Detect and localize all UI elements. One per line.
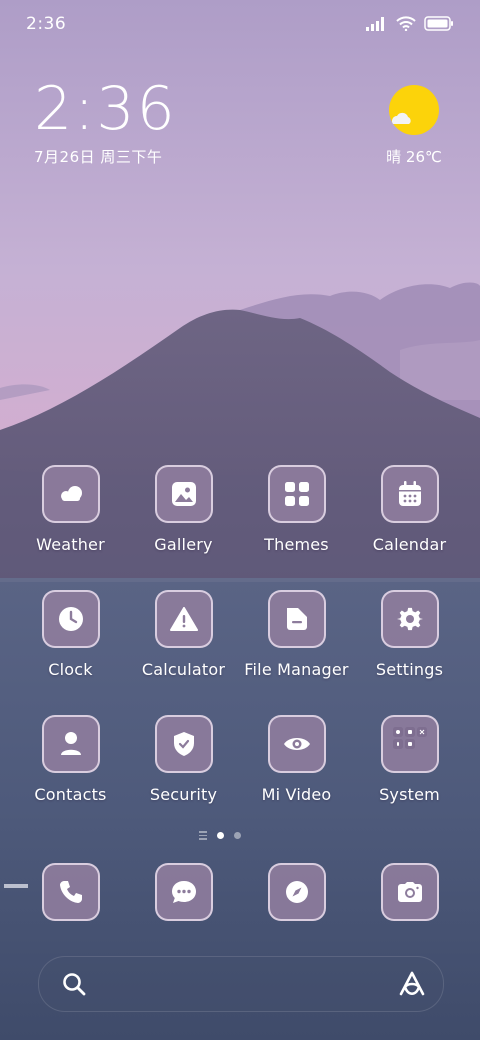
- app-label: Calendar: [372, 535, 447, 554]
- app-label: File Manager: [244, 660, 349, 679]
- app-label: Contacts: [34, 785, 107, 804]
- page-indicator[interactable]: [199, 831, 241, 840]
- dock-camera[interactable]: [353, 863, 466, 921]
- app-label: Themes: [264, 535, 329, 554]
- dock-phone[interactable]: [14, 863, 127, 921]
- app-label: Clock: [48, 660, 93, 679]
- wifi-icon: [396, 16, 416, 35]
- clock-icon: [41, 590, 100, 648]
- app-weather[interactable]: Weather: [14, 465, 127, 554]
- search-bar[interactable]: [38, 956, 444, 1012]
- app-label: System: [379, 785, 440, 804]
- app-mi-video[interactable]: Mi Video: [240, 715, 353, 804]
- status-bar: 2:36: [0, 0, 480, 50]
- status-icons: [366, 16, 454, 35]
- dock-messages[interactable]: [127, 863, 240, 921]
- weather-cloud-icon: [41, 465, 100, 523]
- search-icon[interactable]: [61, 971, 87, 1001]
- phone-icon: [41, 863, 100, 921]
- video-eye-icon: [267, 715, 326, 773]
- folder-icon: [267, 590, 326, 648]
- app-system-folder[interactable]: System: [353, 715, 466, 804]
- app-file-manager[interactable]: File Manager: [240, 590, 353, 679]
- weather-widget[interactable]: 晴 26℃: [384, 84, 444, 167]
- compass-icon: [267, 863, 326, 921]
- clock-widget[interactable]: 2:36 7月26日 周三下午: [34, 78, 177, 167]
- weather-text: 晴 26℃: [386, 148, 442, 166]
- contacts-icon: [41, 715, 100, 773]
- app-label: Calculator: [141, 660, 226, 679]
- app-label: Mi Video: [261, 785, 332, 804]
- camera-icon: [380, 863, 439, 921]
- app-themes[interactable]: Themes: [240, 465, 353, 554]
- app-label: Weather: [36, 535, 105, 554]
- battery-icon: [424, 16, 454, 35]
- folder-grid-icon: [380, 715, 439, 773]
- app-label: Settings: [375, 660, 444, 679]
- app-clock[interactable]: Clock: [14, 590, 127, 679]
- dock-browser[interactable]: [240, 863, 353, 921]
- signal-icon: [366, 16, 388, 35]
- status-time: 2:36: [26, 14, 67, 34]
- calculator-icon: [154, 590, 213, 648]
- message-icon: [154, 863, 213, 921]
- themes-icon: [267, 465, 326, 523]
- sunny-cloud-icon: [387, 84, 441, 138]
- app-contacts[interactable]: Contacts: [14, 715, 127, 804]
- app-calendar[interactable]: Calendar: [353, 465, 466, 554]
- assistant-icon[interactable]: [397, 969, 427, 1003]
- page-dot-active: [217, 831, 224, 839]
- list-view-icon: [199, 831, 207, 840]
- app-label: Security: [149, 785, 218, 804]
- app-security[interactable]: Security: [127, 715, 240, 804]
- gallery-icon: [154, 465, 213, 523]
- app-settings[interactable]: Settings: [353, 590, 466, 679]
- page-dot: [234, 831, 241, 839]
- widget-date: 7月26日 周三下午: [34, 148, 163, 166]
- calendar-icon: [380, 465, 439, 523]
- app-label: Gallery: [154, 535, 213, 554]
- app-calculator[interactable]: Calculator: [127, 590, 240, 679]
- shield-icon: [154, 715, 213, 773]
- app-gallery[interactable]: Gallery: [127, 465, 240, 554]
- widget-time: 2:36: [34, 74, 177, 144]
- gear-icon: [380, 590, 439, 648]
